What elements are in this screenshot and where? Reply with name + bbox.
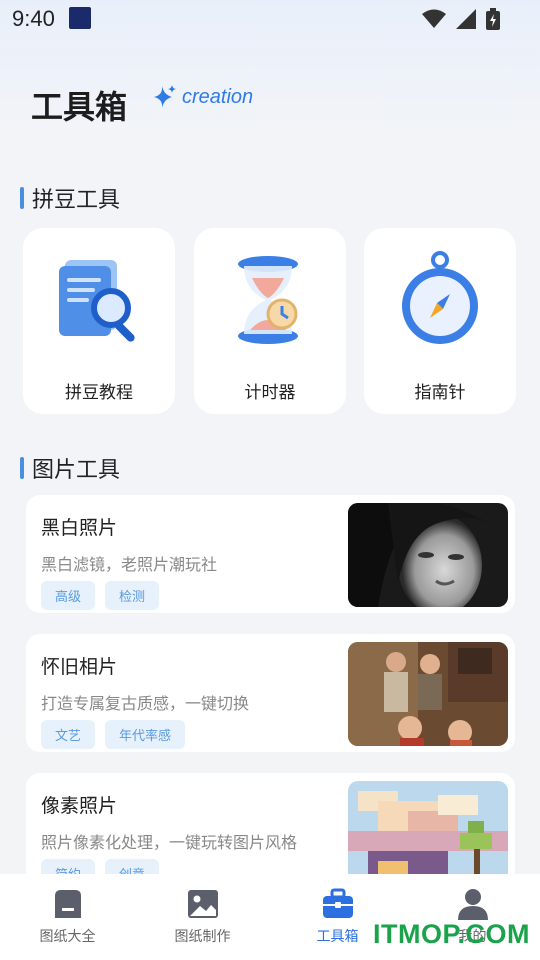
- bw-portrait-thumbnail: [348, 503, 508, 607]
- status-icons: [422, 8, 500, 30]
- photo-tool-tags: 文艺 年代率感: [41, 720, 186, 749]
- section-accent-bar: [20, 187, 24, 209]
- wifi-icon: [422, 9, 446, 28]
- photo-tool-desc: 黑白滤镜，老照片潮玩社: [41, 555, 218, 574]
- photo-tool-title: 黑白照片: [41, 517, 118, 539]
- hourglass-icon: [238, 256, 298, 344]
- tool-label: 指南针: [414, 383, 466, 403]
- tool-card-timer[interactable]: 计时器: [194, 228, 346, 414]
- section-header-beads: 拼豆工具: [20, 182, 120, 214]
- sparkle-icon: [154, 85, 176, 108]
- document-magnifier-icon: [59, 260, 135, 342]
- user-icon: [457, 889, 488, 920]
- tool-label: 拼豆教程: [65, 383, 133, 403]
- battery-icon: [486, 8, 500, 30]
- page-title: 工具箱: [31, 88, 128, 126]
- pixel-landscape-thumbnail: [348, 781, 508, 885]
- compass-icon: [402, 251, 478, 344]
- tag: 检测: [105, 581, 160, 610]
- section-title-images: 图片工具: [32, 458, 121, 483]
- photo-tool-tags: 高级 检测: [41, 581, 160, 610]
- toolbox-icon: [322, 888, 353, 918]
- app-notification-icon: [69, 7, 91, 29]
- tab-label: 图纸制作: [174, 929, 231, 945]
- photo-tool-desc: 照片像素化处理，一键玩转图片风格: [41, 833, 298, 852]
- status-time: 9:40: [12, 6, 55, 31]
- tool-label: 计时器: [244, 383, 296, 403]
- tool-card-compass[interactable]: 指南针: [364, 228, 516, 414]
- section-accent-bar: [20, 457, 24, 479]
- section-header-images: 图片工具: [20, 452, 120, 484]
- photo-tool-card-vintage[interactable]: 怀旧相片 打造专属复古质感，一键切换 文艺 年代率感: [26, 634, 515, 752]
- section-title-beads: 拼豆工具: [32, 188, 121, 213]
- tag: 年代率感: [105, 720, 186, 749]
- tag: 高级: [41, 581, 96, 610]
- cellular-signal-icon: [456, 9, 476, 29]
- tab-drawing-maker[interactable]: 图纸制作: [135, 874, 270, 960]
- watermark: ITMOP.COM: [372, 919, 530, 949]
- tab-label: 图纸大全: [39, 929, 96, 945]
- tag: 文艺: [41, 720, 96, 749]
- creation-label: creation: [182, 85, 254, 108]
- photo-tool-title: 像素照片: [41, 795, 118, 817]
- tool-card-tutorial[interactable]: 拼豆教程: [23, 228, 175, 414]
- creation-badge: creation: [152, 84, 253, 110]
- photo-tool-card-bw[interactable]: 黑白照片 黑白滤镜，老照片潮玩社 高级 检测: [26, 495, 515, 613]
- photo-tool-title: 怀旧相片: [41, 656, 118, 678]
- tab-drawings[interactable]: 图纸大全: [0, 874, 135, 960]
- drawings-icon: [54, 890, 81, 918]
- vintage-kids-thumbnail: [348, 642, 508, 746]
- image-icon: [187, 890, 218, 918]
- photo-tool-desc: 打造专属复古质感，一键切换: [41, 694, 250, 713]
- status-bar: 9:40: [0, 0, 540, 36]
